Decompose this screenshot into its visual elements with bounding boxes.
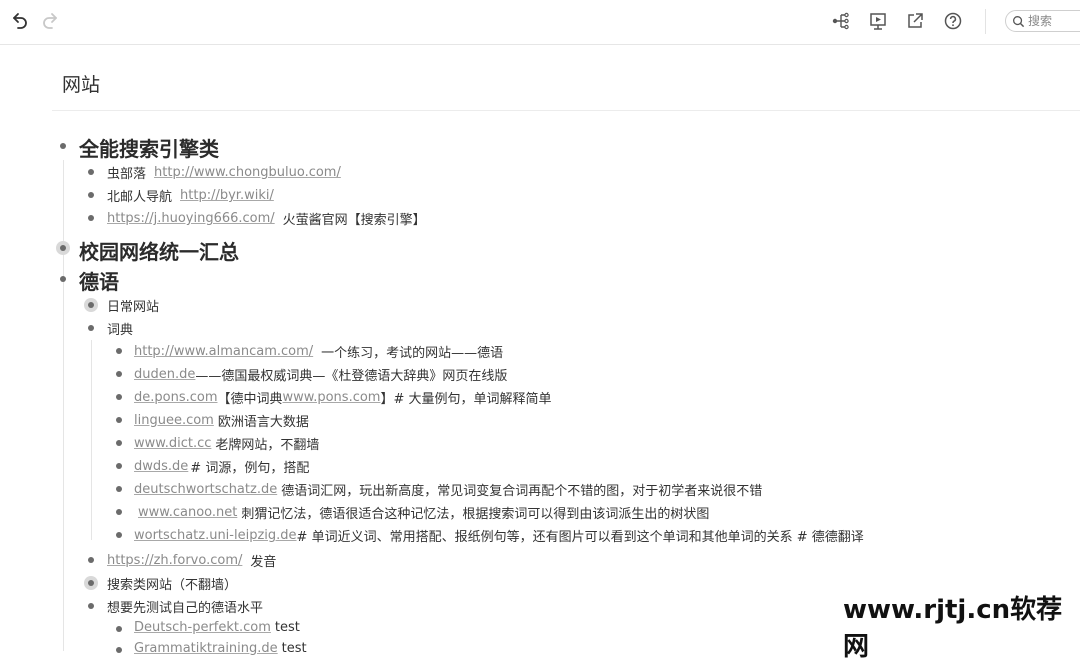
presentation-icon[interactable]: [867, 10, 889, 32]
export-icon[interactable]: [904, 10, 926, 32]
bullet[interactable]: [116, 647, 122, 653]
bullet[interactable]: [88, 557, 94, 563]
item-link[interactable]: deutschwortschatz.de: [134, 482, 277, 497]
heading-german[interactable]: 德语: [79, 266, 119, 295]
collapsed-bullet[interactable]: [88, 302, 94, 308]
item-link[interactable]: wortschatz.uni-leipzig.de: [134, 528, 297, 543]
heading-search-engines[interactable]: 全能搜索引擎类: [79, 133, 219, 162]
dict-item: de.pons.com 【德中词典 www.pons.com 】# 大量例句，单…: [134, 388, 552, 407]
help-icon[interactable]: [942, 10, 964, 32]
bullet[interactable]: [116, 463, 122, 469]
heading-campus-network[interactable]: 校园网络统一汇总: [79, 236, 239, 265]
item-link[interactable]: dwds.de: [134, 459, 188, 474]
test-item: Grammatiktraining.de test: [134, 641, 307, 656]
item-link[interactable]: duden.de: [134, 367, 195, 382]
bullet[interactable]: [88, 192, 94, 198]
collapsed-bullet[interactable]: [60, 245, 66, 251]
dict-item: www.dict.cc 老牌网站，不翻墙: [134, 434, 319, 453]
item-link[interactable]: https://j.huoying666.com/: [107, 211, 275, 226]
bullet[interactable]: [116, 348, 122, 354]
item-search-sites[interactable]: 搜索类网站（不翻墙）: [107, 574, 237, 593]
item-text: 欧洲语言大数据: [217, 415, 309, 430]
page-title[interactable]: 网站: [62, 70, 100, 97]
list-item: https://j.huoying666.com/ 火萤酱官网【搜索引擎】: [107, 209, 426, 228]
dict-item: duden.de ——德国最权威词典—《杜登德语大辞典》网页在线版: [134, 365, 507, 384]
bullet[interactable]: [116, 486, 122, 492]
search-input[interactable]: [1028, 14, 1080, 28]
bullet[interactable]: [88, 603, 94, 609]
item-daily-sites[interactable]: 日常网站: [107, 296, 159, 315]
item-dictionary[interactable]: 词典: [107, 319, 133, 338]
item-link[interactable]: www.dict.cc: [134, 436, 211, 451]
list-item: https://zh.forvo.com/ 发音: [107, 551, 276, 570]
test-item: Deutsch-perfekt.com test: [134, 620, 300, 635]
bullet[interactable]: [116, 371, 122, 377]
dict-item: linguee.com 欧洲语言大数据: [134, 411, 309, 430]
item-text: test: [274, 620, 300, 635]
item-link-secondary[interactable]: www.pons.com: [283, 390, 381, 405]
dict-item: www.canoo.net 刺猬记忆法，德语很适合这种记忆法，根据搜索词可以得到…: [138, 503, 709, 522]
item-text: 虫部落: [107, 167, 147, 182]
list-item: 北邮人导航 http://byr.wiki/: [107, 186, 274, 205]
item-link[interactable]: de.pons.com: [134, 390, 218, 405]
bullet[interactable]: [88, 169, 94, 175]
bullet[interactable]: [116, 417, 122, 423]
bullet[interactable]: [116, 626, 122, 632]
bullet[interactable]: [60, 276, 66, 282]
toolbar-divider: [985, 9, 986, 34]
watermark: www.rjtj.cn软荐网: [843, 595, 1063, 662]
item-text: ——德国最权威词典—《杜登德语大辞典》网页在线版: [195, 369, 508, 384]
item-text: # 单词近义词、常用搭配、报纸例句等，还有图片可以看到这个单词和其他单词的关系 …: [296, 530, 864, 545]
item-text: 德语词汇网，玩出新高度，常见词变复合词再配个不错的图，对于初学者来说很不错: [281, 484, 763, 499]
bullet[interactable]: [88, 325, 94, 331]
bullet[interactable]: [116, 509, 122, 515]
title-divider: [52, 110, 1080, 111]
dict-item: wortschatz.uni-leipzig.de # 单词近义词、常用搭配、报…: [134, 526, 864, 545]
item-link[interactable]: http://www.almancam.com/: [134, 344, 313, 359]
indent-guide: [91, 340, 92, 540]
item-link[interactable]: Grammatiktraining.de: [134, 641, 278, 656]
list-item: 虫部落 http://www.chongbuluo.com/: [107, 163, 341, 182]
item-text: 【德中词典: [217, 392, 283, 407]
indent-guide: [63, 160, 64, 651]
item-text: 北邮人导航: [107, 190, 173, 205]
item-text: 老牌网站，不翻墙: [215, 438, 320, 453]
item-link[interactable]: http://www.chongbuluo.com/: [154, 165, 341, 180]
redo-icon[interactable]: [40, 10, 62, 32]
item-text: 发音: [250, 555, 277, 570]
mindmap-icon[interactable]: [830, 10, 852, 32]
item-text: 火萤酱官网【搜索引擎】: [282, 213, 426, 228]
undo-icon[interactable]: [8, 10, 30, 32]
item-text: 刺猬记忆法，德语很适合这种记忆法，根据搜索词可以得到由该词派生出的树状图: [241, 507, 710, 522]
item-test-level[interactable]: 想要先测试自己的德语水平: [107, 597, 263, 616]
item-link[interactable]: http://byr.wiki/: [180, 188, 274, 203]
bullet[interactable]: [88, 215, 94, 221]
item-text: # 词源，例句，搭配: [190, 461, 310, 476]
toolbar: [0, 0, 1080, 45]
dict-item: http://www.almancam.com/ 一个练习，考试的网站——德语: [134, 342, 503, 361]
item-link[interactable]: https://zh.forvo.com/: [107, 553, 242, 568]
item-text: 一个练习，考试的网站——德语: [321, 346, 504, 361]
item-text-secondary: 】# 大量例句，单词解释简单: [380, 392, 552, 407]
bullet[interactable]: [116, 440, 122, 446]
search-box[interactable]: [1005, 10, 1080, 32]
dict-item: deutschwortschatz.de 德语词汇网，玩出新高度，常见词变复合词…: [134, 480, 762, 499]
collapsed-bullet[interactable]: [88, 580, 94, 586]
bullet[interactable]: [116, 532, 122, 538]
item-link[interactable]: Deutsch-perfekt.com: [134, 620, 271, 635]
item-link[interactable]: linguee.com: [134, 413, 214, 428]
item-link[interactable]: www.canoo.net: [138, 505, 237, 520]
search-icon: [1013, 15, 1025, 27]
bullet[interactable]: [116, 394, 122, 400]
bullet[interactable]: [60, 143, 66, 149]
item-text: test: [281, 641, 307, 656]
dict-item: dwds.de # 词源，例句，搭配: [134, 457, 309, 476]
